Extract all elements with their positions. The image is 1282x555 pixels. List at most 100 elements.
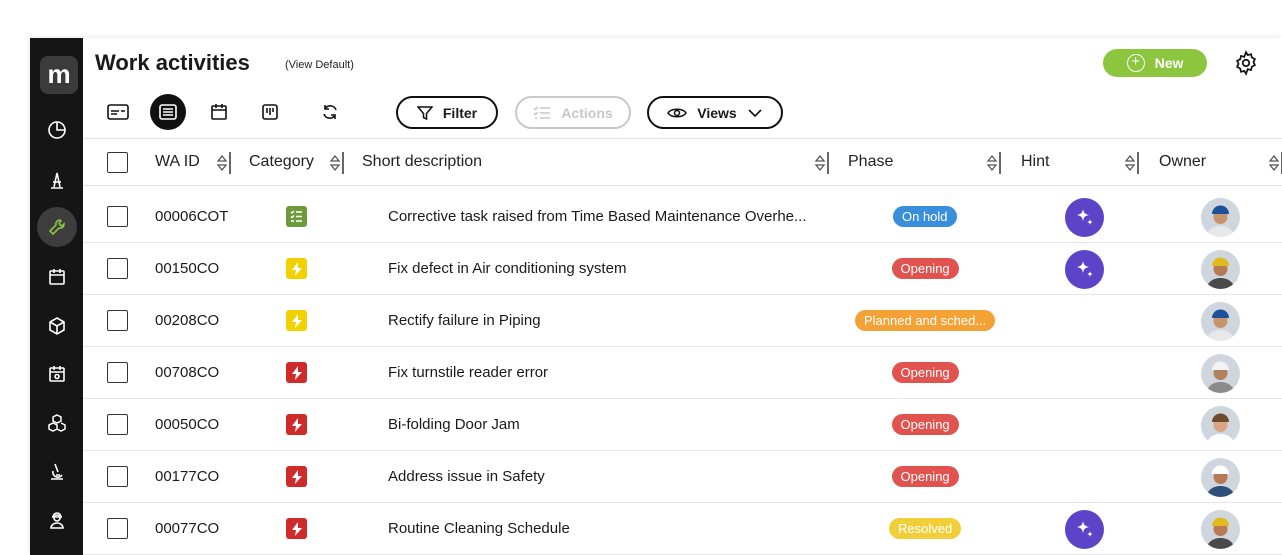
lightning-icon — [291, 365, 302, 380]
phase-badge: Opening — [891, 466, 959, 487]
actions-button[interactable]: Actions — [515, 96, 631, 129]
column-separator[interactable] — [1137, 152, 1139, 174]
category-badge — [286, 310, 307, 331]
column-owner[interactable]: Owner — [1159, 153, 1206, 171]
cubes-icon[interactable] — [37, 403, 77, 443]
microscope-icon[interactable] — [37, 451, 77, 491]
owner-avatar[interactable] — [1201, 302, 1240, 341]
column-phase[interactable]: Phase — [848, 153, 893, 171]
lightning-icon — [291, 521, 302, 536]
actions-label: Actions — [561, 104, 613, 121]
calendar-view-icon[interactable] — [201, 94, 237, 130]
wrench-icon[interactable] — [37, 207, 77, 247]
sidebar: m — [30, 38, 83, 555]
app-logo[interactable]: m — [40, 56, 78, 94]
view-label: (View Default) — [285, 59, 354, 71]
views-label: Views — [697, 104, 737, 121]
column-hint[interactable]: Hint — [1021, 153, 1049, 171]
hint-sparkle-button[interactable] — [1065, 510, 1104, 549]
column-category[interactable]: Category — [249, 153, 314, 171]
category-badge — [286, 466, 307, 487]
column-separator[interactable] — [999, 152, 1001, 174]
short-description: Bi-folding Door Jam — [388, 416, 520, 433]
list-view-icon[interactable] — [150, 94, 186, 130]
sort-icon[interactable] — [214, 153, 230, 173]
phase-badge: Opening — [891, 362, 959, 383]
sparkle-icon — [1076, 520, 1093, 537]
box-icon[interactable] — [37, 306, 77, 346]
table-row[interactable]: 00006COT Corrective task raised from Tim… — [83, 191, 1282, 243]
select-all-checkbox[interactable] — [107, 152, 128, 173]
table-row[interactable]: 00150CO Fix defect in Air conditioning s… — [83, 243, 1282, 295]
wa-id: 00150CO — [155, 260, 220, 277]
checklist-icon — [290, 210, 302, 222]
sparkle-icon — [1076, 260, 1093, 277]
lightning-icon — [291, 417, 302, 432]
row-checkbox[interactable] — [107, 258, 128, 279]
phase-badge: Opening — [891, 258, 959, 279]
schedule-icon[interactable] — [37, 354, 77, 394]
wa-id: 00177CO — [155, 468, 220, 485]
kanban-view-icon[interactable] — [252, 94, 288, 130]
sparkle-icon — [1076, 208, 1093, 225]
phase-badge: On hold — [893, 206, 957, 227]
phase-badge: Opening — [891, 414, 959, 435]
cone-icon[interactable] — [37, 160, 77, 200]
app-window: m Work activities (View Default) + New F… — [30, 38, 1282, 555]
row-checkbox[interactable] — [107, 518, 128, 539]
table-row[interactable]: 00077CO Routine Cleaning Schedule Resolv… — [83, 503, 1282, 555]
card-view-icon[interactable] — [100, 94, 136, 130]
calendar-icon[interactable] — [37, 257, 77, 297]
column-short-description[interactable]: Short description — [362, 153, 482, 171]
table-row[interactable]: 00208CO Rectify failure in Piping Planne… — [83, 295, 1282, 347]
sort-icon[interactable] — [812, 153, 828, 173]
filter-label: Filter — [442, 104, 478, 121]
main-content: Work activities (View Default) + New Fil… — [83, 38, 1282, 555]
eye-icon — [667, 108, 688, 117]
short-description: Corrective task raised from Time Based M… — [388, 208, 807, 225]
sort-icon[interactable] — [1266, 153, 1282, 173]
worker-icon[interactable] — [37, 500, 77, 540]
row-checkbox[interactable] — [107, 466, 128, 487]
column-separator[interactable] — [229, 152, 231, 174]
row-checkbox[interactable] — [107, 206, 128, 227]
hint-sparkle-button[interactable] — [1065, 198, 1104, 237]
wa-id: 00708CO — [155, 364, 220, 381]
table-header: WA ID Category Short description Phase H… — [83, 138, 1282, 186]
gear-icon[interactable] — [1233, 50, 1259, 76]
new-button-label: New — [1154, 55, 1184, 71]
category-badge — [286, 414, 307, 435]
actions-list-icon — [533, 105, 551, 119]
owner-avatar[interactable] — [1201, 250, 1240, 289]
row-checkbox[interactable] — [107, 310, 128, 331]
views-button[interactable]: Views — [647, 96, 783, 129]
row-checkbox[interactable] — [107, 362, 128, 383]
short-description: Routine Cleaning Schedule — [388, 520, 570, 537]
column-separator[interactable] — [827, 152, 829, 174]
filter-button[interactable]: Filter — [396, 96, 498, 129]
chevron-down-icon — [748, 108, 762, 117]
new-button[interactable]: + New — [1103, 49, 1207, 77]
sort-icon[interactable] — [327, 153, 343, 173]
row-checkbox[interactable] — [107, 414, 128, 435]
lightning-icon — [291, 469, 302, 484]
table-row[interactable]: 00708CO Fix turnstile reader error Openi… — [83, 347, 1282, 399]
phase-badge: Resolved — [889, 518, 962, 539]
refresh-icon[interactable] — [312, 94, 348, 130]
short-description: Rectify failure in Piping — [388, 312, 541, 329]
table-row[interactable]: 00177CO Address issue in Safety Opening — [83, 451, 1282, 503]
table-row[interactable]: 00050CO Bi-folding Door Jam Opening — [83, 399, 1282, 451]
sort-icon[interactable] — [1122, 153, 1138, 173]
short-description: Fix turnstile reader error — [388, 364, 549, 381]
owner-avatar[interactable] — [1201, 510, 1240, 549]
owner-avatar[interactable] — [1201, 198, 1240, 237]
owner-avatar[interactable] — [1201, 458, 1240, 497]
dashboard-icon[interactable] — [37, 110, 77, 150]
sort-icon[interactable] — [984, 153, 1000, 173]
lightning-icon — [291, 261, 302, 276]
hint-sparkle-button[interactable] — [1065, 250, 1104, 289]
column-wa-id[interactable]: WA ID — [155, 153, 200, 171]
column-separator[interactable] — [342, 152, 344, 174]
owner-avatar[interactable] — [1201, 406, 1240, 445]
owner-avatar[interactable] — [1201, 354, 1240, 393]
